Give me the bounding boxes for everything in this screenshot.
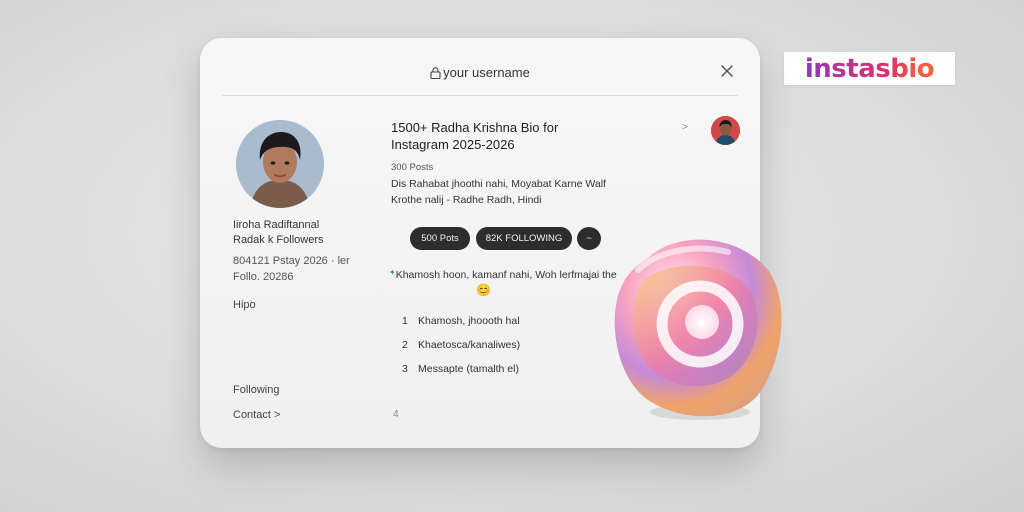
mini-avatar-portrait-icon bbox=[711, 116, 740, 145]
lock-icon bbox=[430, 67, 441, 79]
sparkle-icon: ✦ bbox=[389, 268, 396, 277]
list-item[interactable]: 2 Khaetosca/kanaliwes) bbox=[402, 339, 520, 351]
emoji-icon: 😊 bbox=[476, 283, 491, 297]
sidebar-contact-link[interactable]: Contact > bbox=[233, 409, 280, 421]
sidebar-following-link[interactable]: Following bbox=[233, 384, 279, 396]
footer-glyph: 4 bbox=[393, 409, 399, 420]
instagram-3d-logo-icon bbox=[614, 239, 782, 420]
header-divider bbox=[222, 95, 738, 96]
posts-button[interactable]: 500 Pots bbox=[410, 227, 470, 250]
quote-text: ✦Khamosh hoon, kamanf nahi, Woh lerfmaja… bbox=[389, 268, 617, 281]
brand-logo: instasbio bbox=[784, 52, 955, 85]
close-icon[interactable] bbox=[720, 64, 734, 78]
mini-avatar[interactable] bbox=[711, 116, 740, 145]
profile-followers: Radak k Followers bbox=[233, 234, 324, 246]
list-item[interactable]: 1 Khamosh, jhoooth hal bbox=[402, 315, 520, 327]
post-title-line-1: 1500+ Radha Krishna Bio for bbox=[391, 120, 559, 135]
brand-logo-text: instasbio bbox=[804, 53, 935, 84]
list-item-text: Khamosh, jhoooth hal bbox=[418, 315, 520, 327]
card-header: your username bbox=[200, 38, 760, 96]
profile-meta-2: Follo. 20286 bbox=[233, 271, 294, 283]
username-text: your username bbox=[443, 65, 530, 80]
avatar[interactable] bbox=[236, 120, 324, 208]
post-title-line-2: Instagram 2025-2026 bbox=[391, 137, 515, 152]
arrow-icon[interactable]: > bbox=[682, 122, 688, 133]
quote-body: Khamosh hoon, kamanf nahi, Woh lerfmajai… bbox=[395, 269, 617, 281]
bio-line-1: Dis Rahabat jhoothi nahi, Moyabat Karne … bbox=[391, 178, 606, 190]
list-item[interactable]: 3 Messapte (tamalth el) bbox=[402, 363, 519, 375]
list-item-text: Messapte (tamalth el) bbox=[418, 363, 519, 375]
profile-tag: Hipo bbox=[233, 299, 256, 311]
username-title: your username bbox=[200, 65, 760, 80]
more-button[interactable]: ~ bbox=[577, 227, 601, 250]
profile-name: Iiroha Radiftannal bbox=[233, 219, 320, 231]
posts-count: 300 Posts bbox=[391, 162, 434, 173]
list-item-text: Khaetosca/kanaliwes) bbox=[418, 339, 521, 351]
list-item-number: 1 bbox=[402, 315, 408, 327]
avatar-portrait-icon bbox=[236, 120, 324, 208]
following-button[interactable]: 82K FOLLOWING bbox=[476, 227, 572, 250]
list-item-number: 3 bbox=[402, 363, 408, 375]
list-item-number: 2 bbox=[402, 339, 408, 351]
bio-line-2: Krothe nalij - Radhe Radh, Hindi bbox=[391, 194, 542, 206]
profile-meta-1: 804121 Pstay 2026 · ler bbox=[233, 255, 350, 267]
